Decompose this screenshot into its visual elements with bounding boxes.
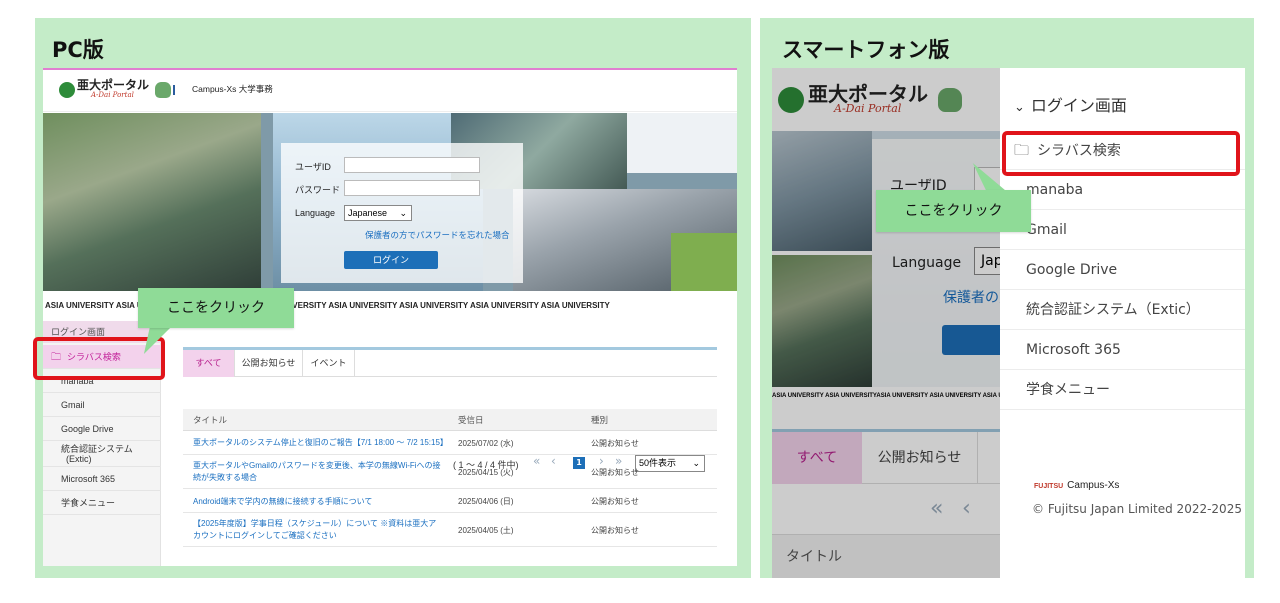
highlight-syllabus-sp [1002, 131, 1240, 176]
row-title-link[interactable]: 【2025年度版】学事日程（スケジュール）について ※資料は亜大アカウントにログ… [193, 518, 443, 542]
logo-mark-icon [59, 82, 75, 98]
row-title-link[interactable]: 亜大ポータルやGmailのパスワードを変更後、本学の無線Wi-Fiへの接続が失敗… [193, 460, 443, 484]
language-select[interactable]: Japanese ⌄ [344, 205, 412, 221]
sidebar-item-label: 統合認証システム [61, 444, 133, 454]
login-button[interactable]: ログイン [344, 251, 438, 269]
header-brand: Campus-Xs 大学事務 [192, 84, 273, 94]
tab-public-notice[interactable]: 公開お知らせ [235, 350, 303, 377]
sidebar-item-google-drive[interactable]: Google Drive [43, 417, 161, 441]
col-title-header: タイトル [193, 415, 228, 425]
col-date-header: 受信日 [458, 415, 484, 425]
hero-banner: ユーザID パスワード Language Japanese ⌄ 保護者の方でパス… [43, 113, 737, 291]
row-date: 2025/04/15 (火) [458, 468, 514, 477]
sp-menu-item-extic[interactable]: 統合認証システム（Extic） [1000, 290, 1245, 330]
table-row[interactable]: 【2025年度版】学事日程（スケジュール）について ※資料は亜大アカウントにログ… [183, 513, 717, 547]
sp-copyright: © Fujitsu Japan Limited 2022-2025 [1032, 502, 1242, 516]
fujitsu-logo: FUJITSU [1034, 483, 1064, 490]
sp-page-background: 亜大ポータル A-Dai Portal ユーザID Language Jap 保… [772, 68, 1000, 578]
user-id-label: ユーザID [295, 162, 331, 172]
sp-menu-header-label: ログイン画面 [1030, 96, 1127, 115]
language-select-value: Japanese [348, 208, 388, 218]
sp-menu-overlay[interactable] [772, 68, 1000, 578]
sp-menu-item-gmail[interactable]: Gmail [1000, 210, 1245, 250]
row-title-link[interactable]: Android端末で学内の無線に接続する手順について [193, 496, 463, 508]
forgot-password-link-text: パスワードを忘れた場合 [416, 230, 510, 240]
table-row[interactable]: Android端末で学内の無線に接続する手順について 2025/04/06 (日… [183, 489, 717, 513]
guardian-link-text: 保護者の方で [365, 230, 417, 240]
language-label: Language [295, 208, 336, 218]
sidebar-item-cafeteria-menu[interactable]: 学食メニュー [43, 491, 161, 515]
row-type: 公開お知らせ [591, 526, 639, 535]
password-input[interactable] [344, 180, 480, 196]
pc-logo[interactable]: 亜大ポータル A-Dai Portal [59, 78, 181, 102]
sidebar-item-microsoft-365[interactable]: Microsoft 365 [43, 467, 161, 491]
smartphone-version-label: スマートフォン版 [782, 38, 950, 62]
row-title-link[interactable]: 亜大ポータルのシステム停止と復旧のご報告【7/1 18:00 ～ 7/2 15:… [193, 437, 463, 449]
row-type: 公開お知らせ [591, 497, 639, 506]
click-here-callout-sp: ここをクリック [876, 190, 1031, 232]
tab-event[interactable]: イベント [303, 350, 355, 377]
sp-menu-item-google-drive[interactable]: Google Drive [1000, 250, 1245, 290]
click-here-callout-pc: ここをクリック [138, 288, 294, 328]
chevron-down-icon: ⌄ [399, 208, 407, 218]
hero-white-shape [627, 113, 737, 173]
row-type: 公開お知らせ [591, 439, 639, 448]
sidebar-item-extic[interactable]: 統合認証システム (Extic) [43, 441, 161, 467]
row-type: 公開お知らせ [591, 468, 639, 477]
table-row[interactable]: 亜大ポータルのシステム停止と復旧のご報告【7/1 18:00 ～ 7/2 15:… [183, 431, 717, 455]
chevron-down-icon: ⌄ [1014, 100, 1025, 115]
lamp-icon [173, 85, 181, 95]
logo-subtext: A-Dai Portal [91, 91, 134, 99]
login-form: ユーザID パスワード Language Japanese ⌄ 保護者の方でパス… [281, 143, 523, 283]
sidebar-item-label-sub: (Extic) [66, 454, 92, 464]
pc-version-label: PC版 [52, 38, 104, 62]
sp-menu-item-cafeteria-menu[interactable]: 学食メニュー [1000, 370, 1245, 410]
ticker-text: ASIA UNIVERSITY ASIA UNIVERSITY ASIA UNI… [45, 301, 610, 310]
sp-menu-item-microsoft-365[interactable]: Microsoft 365 [1000, 330, 1245, 370]
tab-all[interactable]: すべて [183, 350, 235, 377]
guardian-password-link[interactable]: 保護者の方でパスワードを忘れた場合 [365, 229, 510, 241]
password-label: パスワード [295, 185, 341, 195]
campus-photo-left [43, 113, 261, 291]
logo-text: 亜大ポータル [77, 78, 150, 92]
sp-menu-item-manaba[interactable]: manaba [1000, 170, 1245, 210]
sp-footer-brand: FUJITSU Campus-Xs [1034, 480, 1119, 491]
row-date: 2025/07/02 (水) [458, 439, 514, 448]
row-date: 2025/04/06 (日) [458, 497, 514, 506]
mascot-icon [155, 82, 172, 98]
hero-green-shape [671, 233, 737, 291]
sp-menu-header[interactable]: ⌄ ログイン画面 [1014, 92, 1127, 116]
sidebar-item-gmail[interactable]: Gmail [43, 393, 161, 417]
table-header-row: タイトル 受信日 種別 [183, 409, 717, 431]
campus-xs-label: Campus-Xs [1067, 480, 1120, 491]
col-type-header: 種別 [591, 415, 609, 425]
table-row[interactable]: 亜大ポータルやGmailのパスワードを変更後、本学の無線Wi-Fiへの接続が失敗… [183, 455, 717, 489]
row-date: 2025/04/05 (土) [458, 526, 514, 535]
notice-tabs: すべて 公開お知らせ イベント [183, 347, 717, 377]
pc-header: 亜大ポータル A-Dai Portal Campus-Xs 大学事務 [43, 70, 737, 112]
user-id-input[interactable] [344, 157, 480, 173]
